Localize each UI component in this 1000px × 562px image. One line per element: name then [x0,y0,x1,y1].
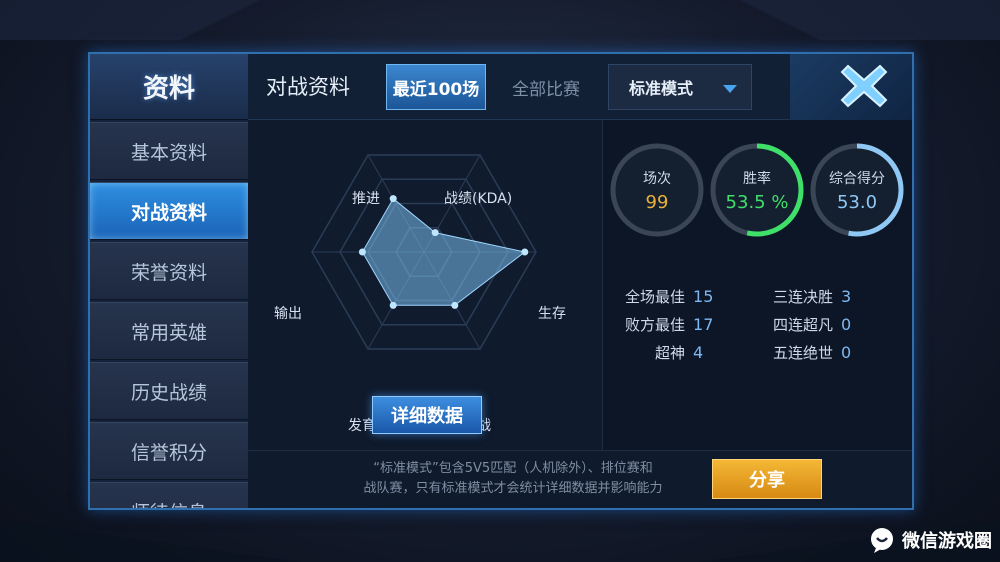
winrate-ring [710,143,804,237]
watermark: 微信游戏圈 [868,526,992,554]
mode-select[interactable]: 标准模式 [608,64,752,110]
radar-label-push: 推进 [352,191,380,207]
close-x-icon[interactable] [838,60,890,112]
winrate-gauge: 胜率 53.5 % [707,140,807,240]
score-label: 综合得分 [829,171,885,187]
mode-select-value: 标准模式 [629,79,694,98]
sidebar-item-credit-score[interactable]: 信誉积分 [90,422,248,480]
page-title: 对战资料 [266,75,350,99]
content-area: 推进 战绩(KDA) 生存 团战 发育 输出 详细数据 场次 99 胜率 53.… [248,120,912,450]
games-gauge: 场次 99 [607,140,707,240]
radar-vertex-dot [389,195,397,203]
radar-vertex-dot [431,229,439,237]
header-bar: 对战资料 最近100场 全部比赛 标准模式 [248,54,912,120]
radar-vertex-dot [521,248,529,256]
sidebar-item-frequent-heroes[interactable]: 常用英雄 [90,302,248,360]
stat-mvp: 全场最佳 15 [625,287,714,306]
tab-all-matches[interactable]: 全部比赛 [496,64,596,110]
radar-label-survival: 生存 [538,306,566,322]
radar-label-damage: 输出 [274,306,302,322]
stat-quadra-kill: 四连超凡 0 [773,315,852,334]
score-ring [810,143,904,237]
stat-penta-kill: 五连绝世 0 [773,343,852,362]
radar-vertex-dot [451,301,459,309]
sidebar: 资料 基本资料 对战资料 荣誉资料 常用英雄 历史战绩 信誉积分 师徒信息 [90,54,248,508]
watermark-text: 微信游戏圈 [902,531,992,552]
sidebar-title: 资料 [90,54,248,120]
radar-vertex-dot [358,248,366,256]
mode-note: “标准模式”包含5V5匹配（人机除外）、排位赛和 战队赛，只有标准模式才会统计详… [363,461,663,496]
sidebar-item-battle-info[interactable]: 对战资料 [90,182,248,240]
profile-panel: 资料 基本资料 对战资料 荣誉资料 常用英雄 历史战绩 信誉积分 师徒信息 对战… [88,52,914,510]
games-value: 99 [645,192,669,213]
detail-data-button[interactable]: 详细数据 [372,396,482,434]
score-value: 53.0 [836,192,878,213]
score-gauge: 综合得分 53.0 [807,140,907,240]
sidebar-item-match-history[interactable]: 历史战绩 [90,362,248,420]
radar-chart [311,154,537,350]
stat-legendary: 超神 4 [655,343,704,362]
stat-triple-kill: 三连决胜 3 [773,287,852,306]
gauge-track [610,143,704,237]
radar-vertex-dot [389,301,397,309]
winrate-value: 53.5 % [725,192,789,213]
share-button[interactable]: 分享 [712,459,822,499]
sidebar-item-honor-info[interactable]: 荣誉资料 [90,242,248,300]
games-ring [610,143,704,237]
chat-bubble-icon [871,528,893,553]
chevron-down-icon [723,85,737,93]
tab-recent-100[interactable]: 最近100场 [386,64,486,110]
winrate-label: 胜率 [743,171,771,187]
close-area [790,54,912,120]
footer-bar: “标准模式”包含5V5匹配（人机除外）、排位赛和 战队赛，只有标准模式才会统计详… [248,450,912,508]
stats-zone: 场次 99 胜率 53.5 % 综合得分 53.0 全场最佳 15 败方最佳 17 … [602,120,912,450]
radar-zone: 推进 战绩(KDA) 生存 团战 发育 输出 详细数据 [248,120,602,450]
stat-losing-mvp: 败方最佳 17 [625,315,714,334]
games-label: 场次 [643,171,671,187]
sidebar-item-basic-info[interactable]: 基本资料 [90,122,248,180]
sidebar-item-mentor-info[interactable]: 师徒信息 [90,482,248,508]
radar-label-kda: 战绩(KDA) [444,191,513,207]
